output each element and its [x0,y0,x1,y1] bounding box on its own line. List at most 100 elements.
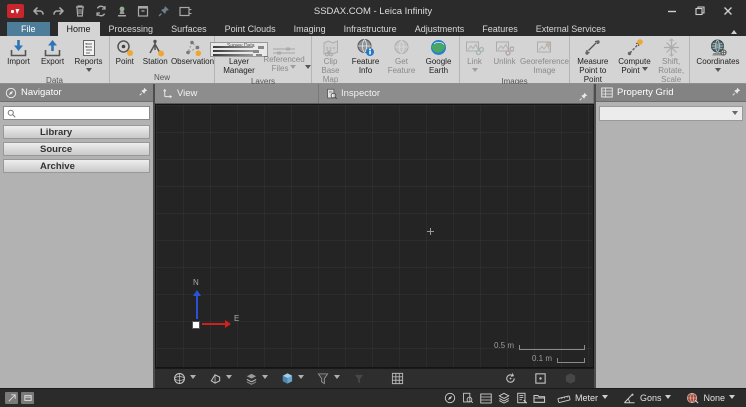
coordinates-button[interactable]: Coordinates [692,37,744,75]
view-center-crosshair [427,228,434,235]
tab-surfaces[interactable]: Surfaces [162,22,216,36]
statusbar-folder-button[interactable] [532,391,548,406]
angle-icon [623,393,636,404]
minimize-button[interactable] [666,5,678,17]
pin-tool-button[interactable] [157,4,171,18]
layers-more-button[interactable] [305,37,311,76]
main-area: Navigator Library Source Archive View [0,84,746,388]
view-mode-caret-icon [190,375,196,382]
shift-rotate-scale-icon [662,38,681,57]
property-grid-header: Property Grid [596,84,746,102]
clip-base-map-icon [322,38,340,57]
delete-button[interactable] [73,4,87,18]
export-label: Export [41,58,64,67]
export-button[interactable]: Export [36,37,70,75]
unlink-image-icon [495,38,514,57]
property-grid-title: Property Grid [617,87,674,98]
tab-home[interactable]: Home [58,22,100,36]
feature-info-button[interactable]: Feature Info [348,37,384,84]
ribbon-group-map-services: Clip Base Map Feature Info Get Feature [312,36,460,83]
tab-inspector[interactable]: Inspector [319,84,594,103]
ribbon-tab-bar: File Home Processing Surfaces Point Clou… [0,22,746,36]
referenced-files-button[interactable]: Referenced Files [264,37,304,76]
statusbar-layers-button[interactable] [496,391,512,406]
close-icon [723,6,733,16]
navigator-search[interactable] [3,106,150,120]
layer-manager-button[interactable]: Survey Data Layer Manager [215,37,263,76]
new-station-label: Station [143,58,168,67]
shift-rotate-scale-button[interactable]: Shift, Rotate, Scale [653,37,689,84]
prism-icon [207,371,223,387]
stamp-button[interactable] [115,4,129,18]
axis-east-arrow [202,323,226,325]
statusbar-inspector-button[interactable] [460,391,476,406]
grid-toggle-button[interactable] [389,371,405,387]
measure-point-to-point-button[interactable]: Measure Point to Point [570,37,616,84]
new-point-button[interactable]: Point [110,37,140,72]
reports-button[interactable]: Reports [70,37,108,75]
tab-inspector-label: Inspector [341,88,380,99]
close-button[interactable] [722,5,734,17]
link-image-button[interactable]: Link [461,37,489,76]
statusbar-navigator-button[interactable] [442,391,458,406]
app-window: SSDAX.COM - Leica Infinity File Home Pro… [0,0,746,407]
layers-more-caret-icon [305,65,311,72]
tab-point-clouds[interactable]: Point Clouds [216,22,285,36]
restore-button[interactable] [694,5,706,17]
tab-external-services[interactable]: External Services [527,22,615,36]
tab-view[interactable]: View [155,84,319,103]
coordinate-system-dropdown[interactable]: None [680,392,741,404]
tab-imaging[interactable]: Imaging [285,22,335,36]
navigator-section-source[interactable]: Source [3,142,150,156]
view-toolbar [155,368,594,388]
workspace-layout-button[interactable] [5,392,18,404]
property-grid-selector[interactable] [599,106,743,121]
length-unit-dropdown[interactable]: Meter [551,393,614,403]
new-station-button[interactable]: Station [140,37,171,72]
window-layout-button[interactable] [178,4,192,18]
dock-layout-button[interactable] [21,392,34,404]
tab-processing[interactable]: Processing [100,22,163,36]
archive-box-button[interactable] [136,4,150,18]
tab-adjustments[interactable]: Adjustments [406,22,474,36]
leica-logo-button[interactable] [7,4,24,18]
navigator-section-library[interactable]: Library [3,125,150,139]
link-image-label: Link [467,58,482,67]
google-earth-button[interactable]: Google Earth [420,37,458,84]
new-observation-button[interactable]: Observation [171,37,214,72]
statusbar-report-button[interactable] [514,391,530,406]
view-mode-button[interactable] [171,371,196,387]
snap-mode-button[interactable] [207,371,232,387]
compute-point-button[interactable]: Compute Point [616,37,654,84]
layers-visibility-button[interactable] [243,371,268,387]
unlink-image-button[interactable]: Unlink [489,37,521,76]
clip-base-map-button[interactable]: Clip Base Map [314,37,348,84]
compute-point-icon [625,38,644,57]
tab-features[interactable]: Features [473,22,527,36]
statusbar-property-grid-button[interactable] [478,391,494,406]
scale-major-label: 0.5 m [494,341,514,350]
redo-button[interactable] [52,4,66,18]
ribbon-collapse-button[interactable] [731,27,737,34]
import-button[interactable]: Import [2,37,36,75]
navigator-pin-button[interactable] [139,87,148,99]
undo-button[interactable] [31,4,45,18]
navigator-search-input[interactable] [19,108,146,118]
navigator-section-archive[interactable]: Archive [3,159,150,173]
get-feature-button[interactable]: Get Feature [384,37,420,84]
sync-button[interactable] [94,4,108,18]
tab-infrastructure[interactable]: Infrastructure [335,22,406,36]
view-canvas[interactable]: N E 0.5 m 0.1 m [155,104,594,368]
reset-rotation-button[interactable] [502,371,518,387]
tab-file[interactable]: File [7,22,50,36]
property-grid-icon [480,393,492,404]
angle-unit-dropdown[interactable]: Gons [617,393,678,404]
zoom-extents-button[interactable] [532,371,548,387]
3d-view-button[interactable] [279,371,304,387]
orientation-axis: N E [190,277,242,329]
property-grid-panel: Property Grid [594,84,746,388]
feature-info-icon [356,38,375,57]
property-grid-pin-button[interactable] [732,87,741,99]
filter-button[interactable] [315,371,340,387]
georeference-image-button[interactable]: Georeference Image [521,37,569,76]
